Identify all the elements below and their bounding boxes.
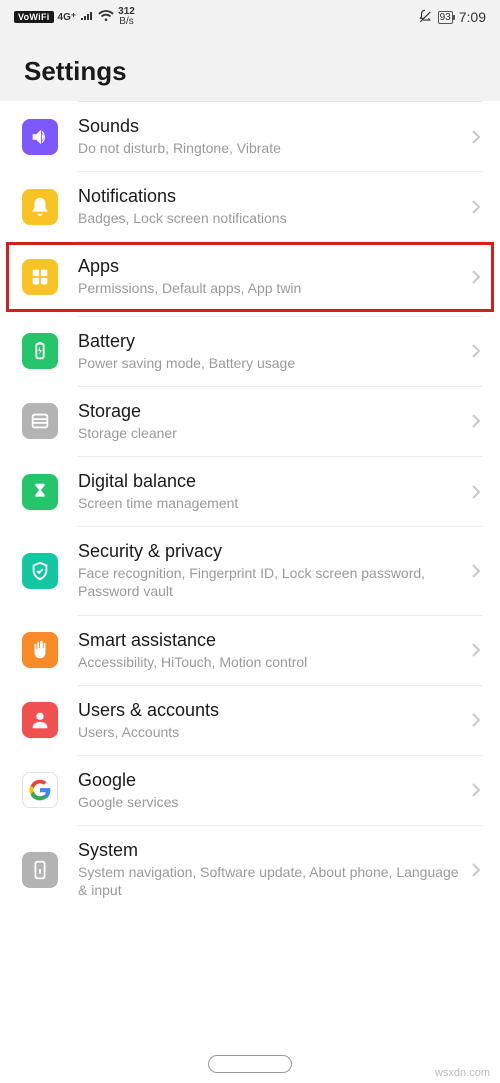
- chevron-right-icon: [466, 712, 486, 728]
- row-storage[interactable]: Storage Storage cleaner: [0, 387, 500, 456]
- row-subtitle: Google services: [78, 793, 466, 811]
- chevron-right-icon: [466, 199, 486, 215]
- row-subtitle: Badges, Lock screen notifications: [78, 209, 466, 227]
- battery-charge-icon: [22, 333, 58, 369]
- signal-icon: [80, 10, 94, 24]
- row-title: Apps: [78, 256, 466, 277]
- page-title: Settings: [24, 56, 476, 87]
- row-title: Users & accounts: [78, 700, 466, 721]
- row-subtitle: Accessibility, HiTouch, Motion control: [78, 653, 466, 671]
- row-title: Battery: [78, 331, 466, 352]
- row-subtitle: Screen time management: [78, 494, 466, 512]
- network-type: 4G⁺: [58, 12, 77, 23]
- chevron-right-icon: [466, 782, 486, 798]
- row-title: Google: [78, 770, 466, 791]
- bell-icon: [22, 189, 58, 225]
- status-bar: VoWiFi 4G⁺ 312 B/s 93 7:09: [0, 0, 500, 34]
- row-title: Smart assistance: [78, 630, 466, 651]
- row-users[interactable]: Users & accounts Users, Accounts: [0, 686, 500, 755]
- row-security[interactable]: Security & privacy Face recognition, Fin…: [0, 527, 500, 614]
- hand-icon: [22, 632, 58, 668]
- row-subtitle: Face recognition, Fingerprint ID, Lock s…: [78, 564, 466, 600]
- row-subtitle: Do not disturb, Ringtone, Vibrate: [78, 139, 466, 157]
- row-subtitle: System navigation, Software update, Abou…: [78, 863, 466, 899]
- chevron-right-icon: [466, 563, 486, 579]
- network-speed: 312 B/s: [118, 7, 135, 27]
- settings-list: Sounds Do not disturb, Ringtone, Vibrate…: [0, 101, 500, 913]
- wifi-icon: [98, 10, 114, 25]
- hourglass-icon: [22, 474, 58, 510]
- chevron-right-icon: [466, 129, 486, 145]
- volume-icon: [22, 119, 58, 155]
- storage-icon: [22, 403, 58, 439]
- home-indicator[interactable]: [208, 1055, 292, 1073]
- row-notifications[interactable]: Notifications Badges, Lock screen notifi…: [0, 172, 500, 241]
- row-title: Security & privacy: [78, 541, 466, 562]
- row-google[interactable]: Google Google services: [0, 756, 500, 825]
- chevron-right-icon: [466, 413, 486, 429]
- row-subtitle: Power saving mode, Battery usage: [78, 354, 466, 372]
- row-title: Digital balance: [78, 471, 466, 492]
- row-subtitle: Users, Accounts: [78, 723, 466, 741]
- row-digital-balance[interactable]: Digital balance Screen time management: [0, 457, 500, 526]
- row-title: Sounds: [78, 116, 466, 137]
- chevron-right-icon: [466, 862, 486, 878]
- chevron-right-icon: [466, 343, 486, 359]
- chevron-right-icon: [466, 642, 486, 658]
- row-title: Storage: [78, 401, 466, 422]
- row-sounds[interactable]: Sounds Do not disturb, Ringtone, Vibrate: [0, 102, 500, 171]
- battery-icon: 93: [438, 11, 453, 24]
- watermark: wsxdn.com: [435, 1067, 490, 1079]
- row-system[interactable]: System System navigation, Software updat…: [0, 826, 500, 913]
- page-header: Settings: [0, 34, 500, 101]
- person-icon: [22, 702, 58, 738]
- row-title: System: [78, 840, 466, 861]
- apps-grid-icon: [22, 259, 58, 295]
- vowifi-badge: VoWiFi: [14, 11, 54, 23]
- shield-check-icon: [22, 553, 58, 589]
- row-battery[interactable]: Battery Power saving mode, Battery usage: [0, 317, 500, 386]
- device-info-icon: [22, 852, 58, 888]
- clock: 7:09: [459, 9, 486, 25]
- google-icon: [22, 772, 58, 808]
- row-subtitle: Storage cleaner: [78, 424, 466, 442]
- row-title: Notifications: [78, 186, 466, 207]
- row-subtitle: Permissions, Default apps, App twin: [78, 279, 466, 297]
- row-apps[interactable]: Apps Permissions, Default apps, App twin: [6, 242, 494, 311]
- row-smart-assistance[interactable]: Smart assistance Accessibility, HiTouch,…: [0, 616, 500, 685]
- chevron-right-icon: [466, 269, 486, 285]
- chevron-right-icon: [466, 484, 486, 500]
- mute-icon: [418, 9, 432, 26]
